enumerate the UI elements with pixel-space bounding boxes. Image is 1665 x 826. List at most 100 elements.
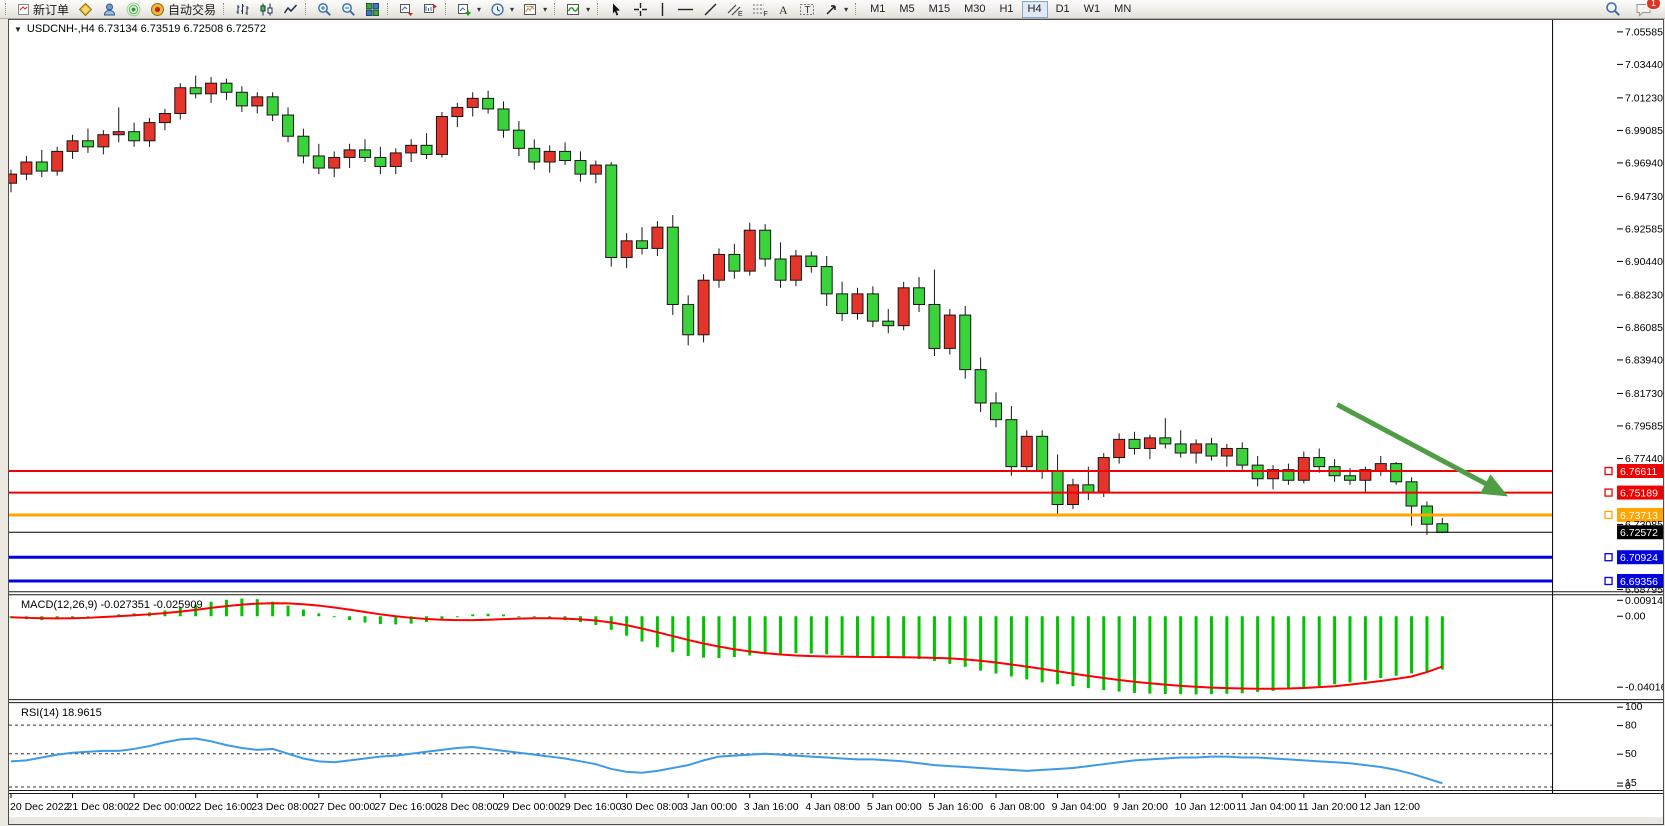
navigator-button[interactable] — [98, 0, 121, 19]
toolbar-grip — [554, 3, 558, 15]
notifications-button[interactable]: 1 — [1631, 0, 1656, 19]
candle-body — [67, 141, 78, 152]
time-tick-label: 3 Jan 16:00 — [744, 802, 799, 813]
price-line-handle[interactable] — [1605, 489, 1612, 496]
shift-chart-icon — [423, 2, 438, 17]
autotrading-button[interactable]: 自动交易 — [146, 0, 220, 19]
candle-body — [729, 254, 740, 271]
price-line-handle[interactable] — [1605, 468, 1612, 475]
new-order-button[interactable]: 新订单 — [13, 0, 73, 19]
candle-body — [683, 304, 694, 334]
indicators-button[interactable] — [562, 0, 594, 19]
candle-body — [82, 141, 93, 147]
new-chart-button[interactable] — [453, 0, 485, 19]
svg-text:A: A — [779, 3, 788, 17]
candlestick-chart-button[interactable] — [255, 0, 278, 19]
candle-body — [467, 98, 478, 107]
candle-body — [436, 117, 447, 155]
candle-body — [313, 156, 324, 168]
trendline-icon — [703, 2, 718, 17]
timeframe-h1-button[interactable]: H1 — [993, 1, 1019, 18]
timeframe-m1-button[interactable]: M1 — [864, 1, 891, 18]
arrange-charts-button[interactable] — [395, 0, 418, 19]
candle-body — [236, 92, 247, 106]
candle-body — [1098, 458, 1109, 493]
toolbar-grip — [223, 3, 227, 15]
signals-icon — [126, 2, 141, 17]
indicators-icon — [566, 2, 581, 17]
bar-chart-button[interactable] — [231, 0, 254, 19]
vertical-line-button[interactable] — [653, 0, 672, 19]
candle-body — [175, 88, 186, 114]
mt4-terminal: 新订单 自动交易 — [0, 0, 1665, 826]
templates-button[interactable] — [519, 0, 551, 19]
price-tick-label: 6.73085 — [1625, 520, 1663, 531]
macd-axis-label: 0.00 — [1625, 612, 1646, 623]
price-tick-label: 6.99085 — [1625, 126, 1663, 137]
zoom-out-button[interactable] — [337, 0, 360, 19]
macd-label: MACD(12,26,9) -0.027351 -0.025909 — [21, 599, 203, 611]
line-chart-button[interactable] — [279, 0, 302, 19]
time-tick-label: 10 Jan 12:00 — [1175, 802, 1236, 813]
candle-body — [513, 130, 524, 148]
text-icon: A — [777, 2, 790, 17]
market-watch-button[interactable] — [74, 0, 97, 19]
candle-body — [867, 294, 878, 321]
channel-button[interactable]: E — [723, 0, 747, 19]
candle-body — [1067, 485, 1078, 505]
search-button[interactable] — [1601, 0, 1625, 19]
price-tick-label: 6.96940 — [1625, 158, 1663, 169]
text-label-button[interactable]: T — [795, 0, 819, 19]
candle-body — [790, 256, 801, 280]
text-label-icon: T — [799, 2, 815, 17]
rsi-axis-label: 0 — [1625, 781, 1631, 792]
time-tick-label: 11 Jan 20:00 — [1298, 802, 1358, 813]
chart-svg[interactable]: 6.766116.751896.737136.725726.709246.693… — [9, 20, 1663, 824]
cursor-button[interactable] — [605, 0, 628, 19]
candle-body — [283, 115, 294, 136]
time-tick-label: 29 Dec 00:00 — [498, 802, 561, 813]
timeframe-h4-button[interactable]: H4 — [1022, 1, 1048, 18]
price-tick-label: 7.01230 — [1625, 93, 1663, 104]
price-tick-label: 6.88230 — [1625, 290, 1663, 301]
fibonacci-button[interactable]: F — [748, 0, 772, 19]
window-bottom-strip — [9, 817, 1663, 824]
zoom-in-button[interactable] — [313, 0, 336, 19]
candle-body — [1406, 482, 1417, 506]
shift-chart-button[interactable] — [419, 0, 442, 19]
candle-body — [606, 165, 617, 257]
signals-button[interactable] — [122, 0, 145, 19]
price-line-handle[interactable] — [1605, 577, 1612, 584]
periods-button[interactable] — [486, 0, 518, 19]
timeframe-w1-button[interactable]: W1 — [1078, 1, 1107, 18]
candle-body — [21, 162, 32, 174]
price-line-handle[interactable] — [1605, 554, 1612, 561]
timeframe-m5-button[interactable]: M5 — [893, 1, 920, 18]
timeframe-d1-button[interactable]: D1 — [1050, 1, 1076, 18]
timeframe-m15-button[interactable]: M15 — [923, 1, 956, 18]
horizontal-line-button[interactable] — [673, 0, 698, 19]
crosshair-button[interactable] — [629, 0, 652, 19]
price-tick-label: 6.92585 — [1625, 224, 1663, 235]
arrows-button[interactable] — [820, 0, 852, 19]
time-tick-label: 27 Dec 00:00 — [313, 802, 376, 813]
chart-collapse-icon[interactable]: ▼ — [14, 25, 22, 34]
time-tick-label: 9 Jan 04:00 — [1052, 802, 1107, 813]
timeframe-mn-button[interactable]: MN — [1108, 1, 1137, 18]
candle-body — [544, 151, 555, 162]
toolbar-grip — [855, 3, 859, 15]
rsi-axis-label: 50 — [1625, 749, 1637, 760]
text-button[interactable]: A — [773, 0, 794, 19]
timeframe-m30-button[interactable]: M30 — [958, 1, 991, 18]
tile-windows-button[interactable] — [361, 0, 384, 19]
autotrading-icon — [150, 2, 165, 17]
candle-body — [621, 241, 632, 258]
time-tick-label: 28 Dec 08:00 — [436, 802, 499, 813]
candle-body — [1437, 524, 1448, 533]
candle-body — [1175, 444, 1186, 453]
candle-body — [1221, 448, 1232, 456]
price-line-handle[interactable] — [1605, 511, 1612, 518]
time-tick-label: 21 Dec 08:00 — [67, 802, 130, 813]
toolbar-grip — [5, 3, 9, 15]
trendline-button[interactable] — [699, 0, 722, 19]
